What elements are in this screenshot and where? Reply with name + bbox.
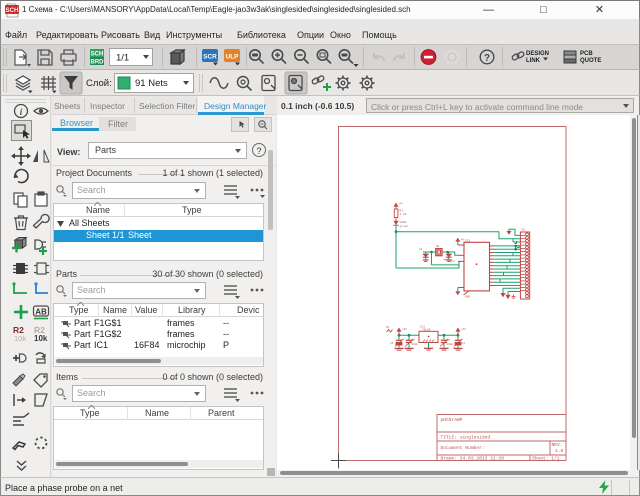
svg-text:BRD: BRD bbox=[91, 60, 105, 66]
svg-text:DESIGN: DESIGN bbox=[526, 51, 549, 57]
svg-text:+5V: +5V bbox=[461, 328, 466, 331]
svg-text:TITLE: singlesided: TITLE: singlesided bbox=[441, 435, 491, 441]
svg-text:100n: 100n bbox=[412, 343, 419, 346]
svg-text:PCB: PCB bbox=[580, 51, 593, 57]
svg-text:Sheet: 1/1: Sheet: 1/1 bbox=[532, 455, 560, 461]
svg-text:X1: X1 bbox=[522, 229, 526, 232]
svg-text:i: i bbox=[20, 107, 23, 117]
svg-text:P+: P+ bbox=[461, 239, 465, 242]
svg-text:IC1: IC1 bbox=[465, 239, 471, 242]
svg-text:4p7: 4p7 bbox=[444, 259, 449, 262]
svg-text:REV:: REV: bbox=[552, 442, 563, 448]
svg-text:Drawn: 24.03.2013 21:20: Drawn: 24.03.2013 21:20 bbox=[441, 455, 505, 461]
svg-text:SCR: SCR bbox=[203, 54, 217, 61]
svg-text:91 Nets: 91 Nets bbox=[135, 78, 168, 89]
svg-text:AB: AB bbox=[35, 308, 47, 317]
svg-text:100n: 100n bbox=[447, 343, 454, 346]
svg-text:10k: 10k bbox=[14, 334, 26, 343]
svg-text:C3: C3 bbox=[447, 339, 451, 342]
svg-text:P+: P+ bbox=[400, 203, 404, 206]
svg-text:GND: GND bbox=[465, 296, 470, 299]
svg-text:C2: C2 bbox=[412, 339, 416, 342]
svg-text:QUOTE: QUOTE bbox=[580, 58, 601, 64]
svg-text:Q1: Q1 bbox=[436, 245, 440, 248]
svg-text:1/1: 1/1 bbox=[116, 53, 129, 64]
svg-text:pHC5rAWP: pHC5rAWP bbox=[441, 417, 463, 423]
svg-text:78L05: 78L05 bbox=[422, 329, 431, 332]
svg-text:C5: C5 bbox=[390, 342, 394, 345]
svg-text:ULP: ULP bbox=[226, 54, 240, 61]
svg-text:2.2k: 2.2k bbox=[400, 212, 407, 216]
svg-text:Document Number:: Document Number: bbox=[441, 445, 485, 451]
svg-text:1.0: 1.0 bbox=[555, 448, 564, 454]
svg-text:?: ? bbox=[484, 53, 490, 64]
svg-text:LINK: LINK bbox=[526, 58, 541, 64]
svg-text:SCH: SCH bbox=[91, 52, 104, 58]
svg-text:Слой:: Слой: bbox=[86, 78, 112, 89]
svg-text:9V: 9V bbox=[386, 326, 390, 329]
svg-text:green: green bbox=[400, 225, 409, 228]
svg-text:C4: C4 bbox=[462, 342, 466, 345]
svg-text:+5V: +5V bbox=[402, 328, 407, 331]
svg-text:C1: C1 bbox=[419, 248, 423, 251]
svg-text:10k: 10k bbox=[34, 334, 48, 343]
svg-text:LED1: LED1 bbox=[400, 221, 407, 224]
svg-text:16V: 16V bbox=[450, 260, 455, 263]
svg-text:SCH: SCH bbox=[6, 8, 19, 14]
